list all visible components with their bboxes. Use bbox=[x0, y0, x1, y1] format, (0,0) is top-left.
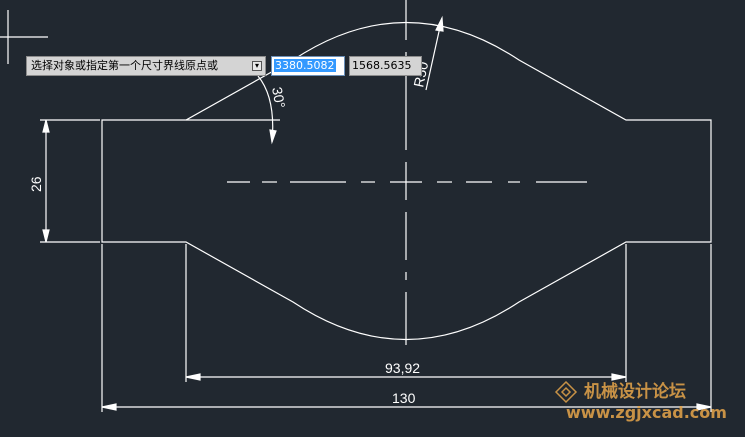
watermark-url: www.zgjxcad.com bbox=[566, 403, 727, 422]
coordinate-x-input[interactable]: 3380.5082 bbox=[271, 56, 345, 76]
command-prompt-tooltip: 选择对象或指定第一个尺寸界线原点或 ▾ bbox=[26, 56, 266, 76]
coordinate-x-value: 3380.5082 bbox=[274, 59, 336, 72]
watermark-logo-icon bbox=[554, 380, 578, 404]
dimension-angle[interactable] bbox=[186, 75, 280, 145]
dimension-height-label: 26 bbox=[28, 176, 44, 192]
dimension-angle-label: 30° bbox=[269, 86, 288, 110]
dimension-height[interactable] bbox=[40, 119, 100, 243]
watermark-title: 机械设计论坛 bbox=[584, 381, 686, 402]
command-prompt-text: 选择对象或指定第一个尺寸界线原点或 bbox=[31, 59, 218, 72]
watermark: 机械设计论坛 www.zgjxcad.com bbox=[554, 380, 727, 422]
coordinate-y-input[interactable]: 1568.5635 bbox=[349, 56, 422, 76]
options-down-arrow-icon[interactable]: ▾ bbox=[252, 61, 262, 71]
drawing-canvas[interactable]: 26 30° R50 93,92 130 机械设计论坛 www.zgjxcad.… bbox=[0, 0, 745, 433]
dimension-total-width-label: 130 bbox=[392, 390, 416, 406]
dimension-inner-width-label: 93,92 bbox=[385, 360, 420, 376]
coordinate-y-value: 1568.5635 bbox=[352, 59, 412, 72]
dimension-radius[interactable] bbox=[425, 15, 444, 91]
